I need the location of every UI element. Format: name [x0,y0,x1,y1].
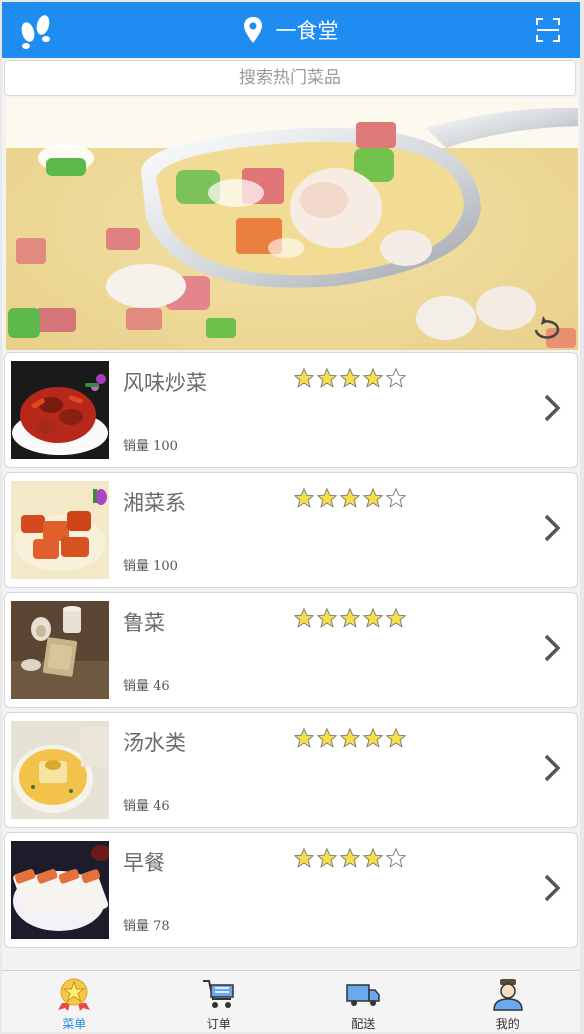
star-filled-icon [316,847,338,868]
search-input[interactable]: 搜索热门菜品 [4,60,576,96]
rating-stars [293,727,408,749]
star-badge-icon [58,978,91,1011]
star-filled-icon [339,847,361,868]
banner-image [6,98,578,350]
star-filled-icon [339,367,361,388]
tab-delivery[interactable]: 配送 [291,971,436,1032]
category-list: 风味炒菜 销量 100 湘菜系 销量 100 鲁菜 销量 46 汤水类 销量 4… [4,352,578,952]
star-filled-icon [316,607,338,628]
star-empty-icon [385,487,407,508]
rating-stars [293,607,408,629]
star-filled-icon [293,847,315,868]
bottom-tab-bar: 菜单 订单 配送 我的 [2,970,580,1032]
star-filled-icon [316,727,338,748]
sales-count: 销量 100 [123,439,178,454]
title-area: 一食堂 [2,2,580,58]
rating-stars [293,367,408,389]
list-item[interactable]: 汤水类 销量 46 [4,712,578,828]
tab-menu-label: 菜单 [62,1017,87,1031]
dish-thumbnail [11,601,109,699]
fried-rice-photo [6,98,578,350]
star-filled-icon [362,847,384,868]
star-filled-icon [362,727,384,748]
app-frame: 一食堂 搜索热门菜品 风味炒菜 销量 100 湘菜系 销量 100 鲁菜 销量 … [2,2,580,1032]
category-name: 鲁菜 [123,611,165,635]
star-filled-icon [385,727,407,748]
tab-profile-label: 我的 [495,1017,520,1031]
tab-delivery-label: 配送 [351,1017,376,1031]
list-item[interactable]: 湘菜系 销量 100 [4,472,578,588]
page-title: 一食堂 [275,19,339,43]
rating-stars [293,487,408,509]
chevron-right-icon[interactable] [543,753,561,783]
star-filled-icon [293,727,315,748]
cart-icon [202,980,234,1008]
category-name: 风味炒菜 [123,371,207,395]
tab-orders[interactable]: 订单 [147,971,292,1032]
category-name: 湘菜系 [123,491,186,515]
star-filled-icon [362,607,384,628]
sales-count: 销量 46 [123,679,170,694]
star-filled-icon [339,607,361,628]
tab-orders-label: 订单 [206,1017,231,1031]
sales-count: 销量 100 [123,559,178,574]
dish-thumbnail [11,841,109,939]
chevron-right-icon[interactable] [543,873,561,903]
location-pin-icon [243,17,262,43]
star-filled-icon [293,487,315,508]
sales-count: 销量 46 [123,799,170,814]
star-empty-icon [385,847,407,868]
star-filled-icon [316,487,338,508]
dish-thumbnail [11,721,109,819]
star-filled-icon [316,367,338,388]
rating-stars [293,847,408,869]
chevron-right-icon[interactable] [543,513,561,543]
category-name: 汤水类 [123,731,186,755]
list-item[interactable]: 早餐 销量 78 [4,832,578,948]
star-filled-icon [339,727,361,748]
star-filled-icon [362,487,384,508]
list-item[interactable]: 风味炒菜 销量 100 [4,352,578,468]
delivery-truck-icon [346,984,380,1006]
tab-profile[interactable]: 我的 [436,971,581,1032]
chevron-right-icon[interactable] [543,633,561,663]
dish-thumbnail [11,481,109,579]
dish-thumbnail [11,361,109,459]
star-filled-icon [362,367,384,388]
star-filled-icon [293,607,315,628]
refresh-icon[interactable] [532,316,562,340]
list-item[interactable]: 鲁菜 销量 46 [4,592,578,708]
chevron-right-icon[interactable] [543,393,561,423]
user-icon [492,979,523,1011]
star-empty-icon [385,367,407,388]
scan-icon[interactable] [536,18,560,42]
category-name: 早餐 [123,851,165,875]
tab-menu[interactable]: 菜单 [2,971,147,1032]
sales-count: 销量 78 [123,919,170,934]
star-filled-icon [385,607,407,628]
top-bar: 一食堂 [2,2,580,58]
star-filled-icon [339,487,361,508]
star-filled-icon [293,367,315,388]
